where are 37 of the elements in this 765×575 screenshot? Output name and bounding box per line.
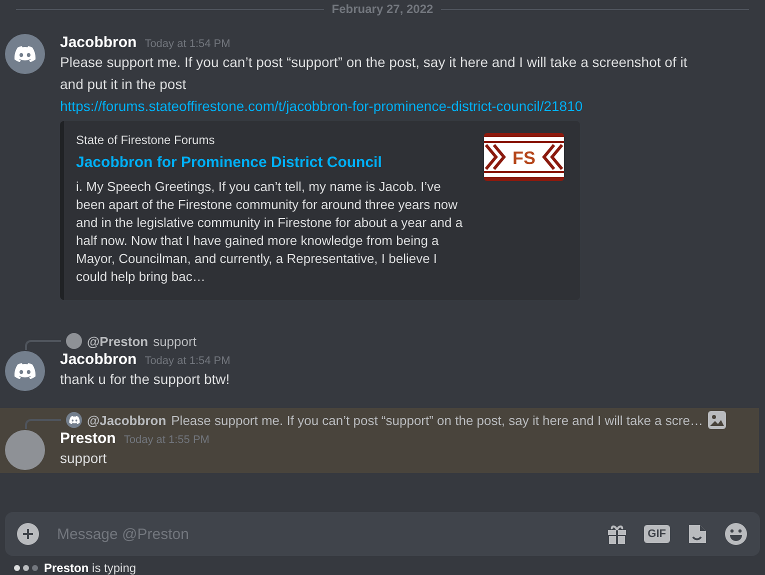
gift-icon[interactable]: [606, 523, 628, 545]
message-text: thank u for the support btw!: [60, 370, 230, 389]
embed-title-link[interactable]: Jacobbron for Prominence District Council: [76, 154, 468, 171]
game-controller-face-icon: [14, 362, 36, 380]
embed-description: i. My Speech Greetings, If you can’t tell, my name is Jacob. I’ve been apart of the Firestone community for around three years now and in the legislative community in Firestone for about a year and a half now. Now that I have gained more knowledge from being a Mayor, Councilman, and currently, a Representative, I believe I could help bring bac…: [76, 178, 464, 286]
plus-icon: [22, 528, 34, 540]
embed-site-name: State of Firestone Forums: [76, 133, 216, 147]
add-attachment-button[interactable]: [17, 523, 39, 545]
avatar-photo-placeholder[interactable]: [5, 430, 45, 470]
typing-dots-icon: [14, 565, 40, 571]
smiley-icon[interactable]: [724, 522, 748, 546]
forum-logo-thumbnail: FS: [484, 133, 564, 181]
typing-indicator: Preston is typing: [44, 561, 136, 575]
mini-avatar-photo-placeholder: [66, 333, 82, 349]
date-divider: February 27, 2022: [332, 2, 434, 16]
message-text: support: [60, 449, 108, 468]
timestamp: Today at 1:54 PM: [144, 355, 230, 367]
gif-button[interactable]: GIF: [644, 525, 670, 543]
reply-connector-line: [25, 340, 61, 350]
reply-connector-line: [25, 419, 61, 429]
reply-mention[interactable]: @Preston: [87, 334, 148, 348]
avatar[interactable]: [5, 351, 45, 391]
game-controller-face-icon: [68, 416, 80, 424]
game-controller-face-icon: [14, 46, 36, 62]
reply-mention[interactable]: @Jacobbron: [87, 412, 166, 428]
image-icon: [708, 411, 726, 429]
timestamp: Today at 1:55 PM: [124, 434, 210, 446]
author-name[interactable]: Preston: [60, 430, 116, 447]
author-name[interactable]: Jacobbron: [60, 351, 137, 368]
reply-preview[interactable]: support: [153, 334, 196, 348]
avatar[interactable]: [5, 34, 45, 74]
timestamp: Today at 1:54 PM: [144, 38, 230, 50]
message-link[interactable]: https://forums.stateoffirestone.com/t/jacobbron-for-prominence-district-council/21810: [60, 98, 583, 114]
sticker-icon[interactable]: [686, 523, 708, 545]
author-name[interactable]: Jacobbron: [60, 34, 137, 51]
message-text: Please support me. If you can’t post “support” on the post, say it here and I will take a screenshot of it and put it in the post https://forums.stateoffirestone.com/t/jacobbron-for-prominence-district-council/21810: [60, 53, 688, 116]
reply-preview[interactable]: Please support me. If you can’t post “support” on the post, say it here and I will take a scre…: [171, 412, 703, 428]
